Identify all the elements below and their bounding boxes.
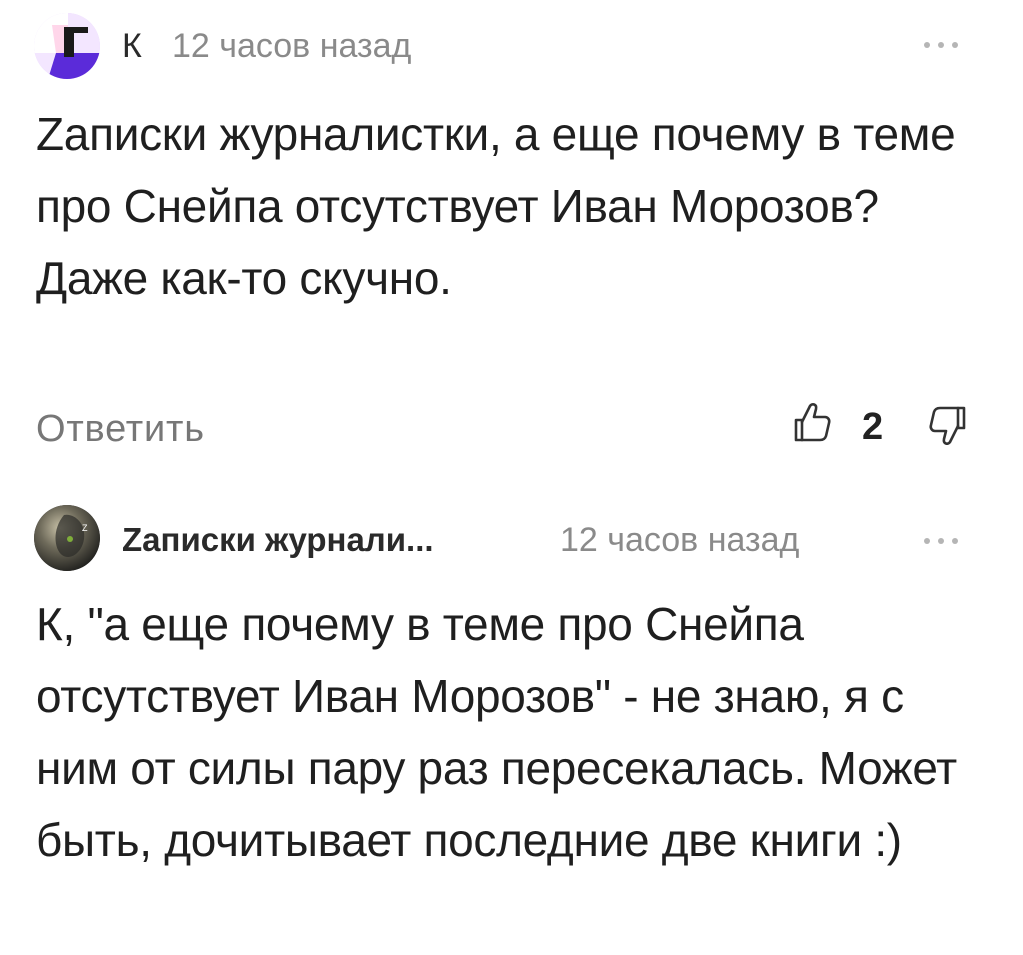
comment: К 12 часов назад Zаписки журналистки, а … bbox=[0, 0, 1023, 480]
comment-timestamp: 12 часов назад bbox=[172, 27, 412, 65]
more-options-icon[interactable] bbox=[924, 536, 958, 546]
comment-timestamp: 12 часов назад bbox=[560, 521, 800, 559]
thumbs-up-icon[interactable] bbox=[792, 400, 832, 444]
pink-avatar-icon bbox=[34, 13, 100, 79]
avatar[interactable]: Z bbox=[34, 505, 100, 571]
svg-text:Z: Z bbox=[82, 523, 88, 533]
comment-text: Zаписки журналистки, а еще почему в теме… bbox=[36, 108, 956, 304]
photo-avatar-icon: Z bbox=[34, 505, 100, 571]
comment-author[interactable]: Zаписки журнали... bbox=[122, 520, 434, 560]
reply-button[interactable]: Ответить bbox=[36, 404, 205, 454]
avatar[interactable] bbox=[34, 13, 100, 79]
more-options-icon[interactable] bbox=[924, 40, 958, 50]
thumbs-down-icon[interactable] bbox=[928, 404, 968, 448]
comment-author[interactable]: К bbox=[122, 26, 142, 66]
comment: Z Zаписки журнали... 12 часов назад К, "… bbox=[0, 490, 1023, 955]
like-count: 2 bbox=[862, 406, 884, 448]
comment-text: К, "а еще почему в теме про Снейпа отсут… bbox=[36, 598, 957, 866]
